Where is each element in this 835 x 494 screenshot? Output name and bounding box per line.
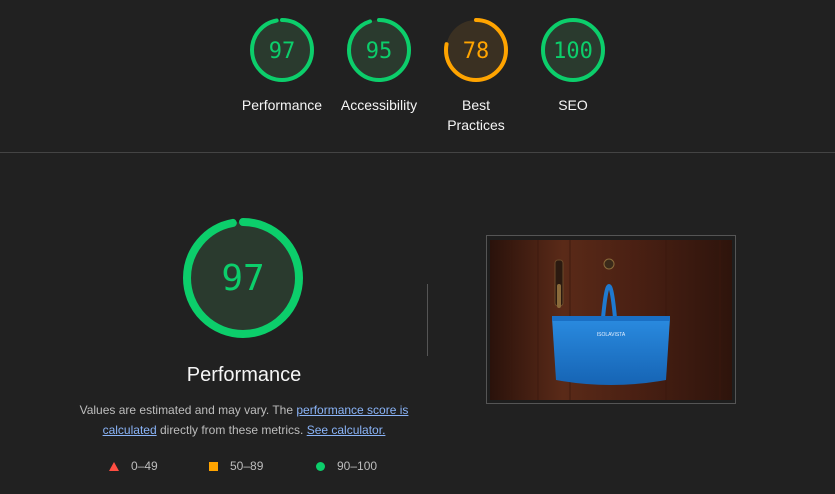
- performance-gauge-ring: 97: [183, 218, 303, 338]
- gauge-best-practices-ring: 78: [444, 18, 508, 82]
- performance-description: Values are estimated and may vary. The p…: [79, 403, 409, 437]
- gauge-accessibility-score: 95: [366, 39, 393, 64]
- category-gauges: 97 Performance 95 Accessibility 78 Best …: [0, 0, 835, 152]
- gauge-seo-ring: 100: [541, 18, 605, 82]
- final-screenshot-image: ISOLAVISTA: [490, 240, 732, 400]
- performance-title: Performance: [186, 364, 302, 386]
- gauge-seo-score: 100: [553, 39, 593, 64]
- performance-score: 97: [221, 258, 264, 299]
- gauge-best-practices-label: Best Practices: [447, 97, 505, 133]
- legend-fail: 0–49: [109, 458, 158, 474]
- performance-gauge-large: 97: [179, 214, 307, 347]
- gauge-best-practices[interactable]: 78 Best Practices: [426, 0, 526, 135]
- gauge-best-practices-score: 78: [463, 39, 490, 64]
- gauge-seo[interactable]: 100 SEO: [523, 0, 623, 115]
- legend-pass: 90–100: [316, 458, 377, 474]
- gauge-accessibility-ring: 95: [347, 18, 411, 82]
- square-icon: [209, 461, 218, 471]
- circle-icon: [316, 461, 325, 471]
- gauge-seo-label: SEO: [558, 97, 588, 113]
- section-divider: [0, 152, 835, 153]
- vertical-separator: [427, 284, 428, 356]
- gauge-performance-score: 97: [269, 39, 296, 64]
- gauge-performance[interactable]: 97 Performance: [232, 0, 332, 115]
- legend-average: 50–89: [209, 458, 263, 474]
- gauge-performance-label: Performance: [241, 97, 323, 113]
- triangle-icon: [109, 461, 119, 471]
- see-calculator-link[interactable]: See calculator.: [307, 423, 386, 437]
- bag-brand-text: ISOLAVISTA: [597, 332, 626, 338]
- gauge-accessibility-label: Accessibility: [340, 97, 418, 113]
- gauge-performance-ring: 97: [250, 18, 314, 82]
- final-screenshot[interactable]: ISOLAVISTA: [486, 235, 736, 404]
- gauge-accessibility[interactable]: 95 Accessibility: [329, 0, 429, 115]
